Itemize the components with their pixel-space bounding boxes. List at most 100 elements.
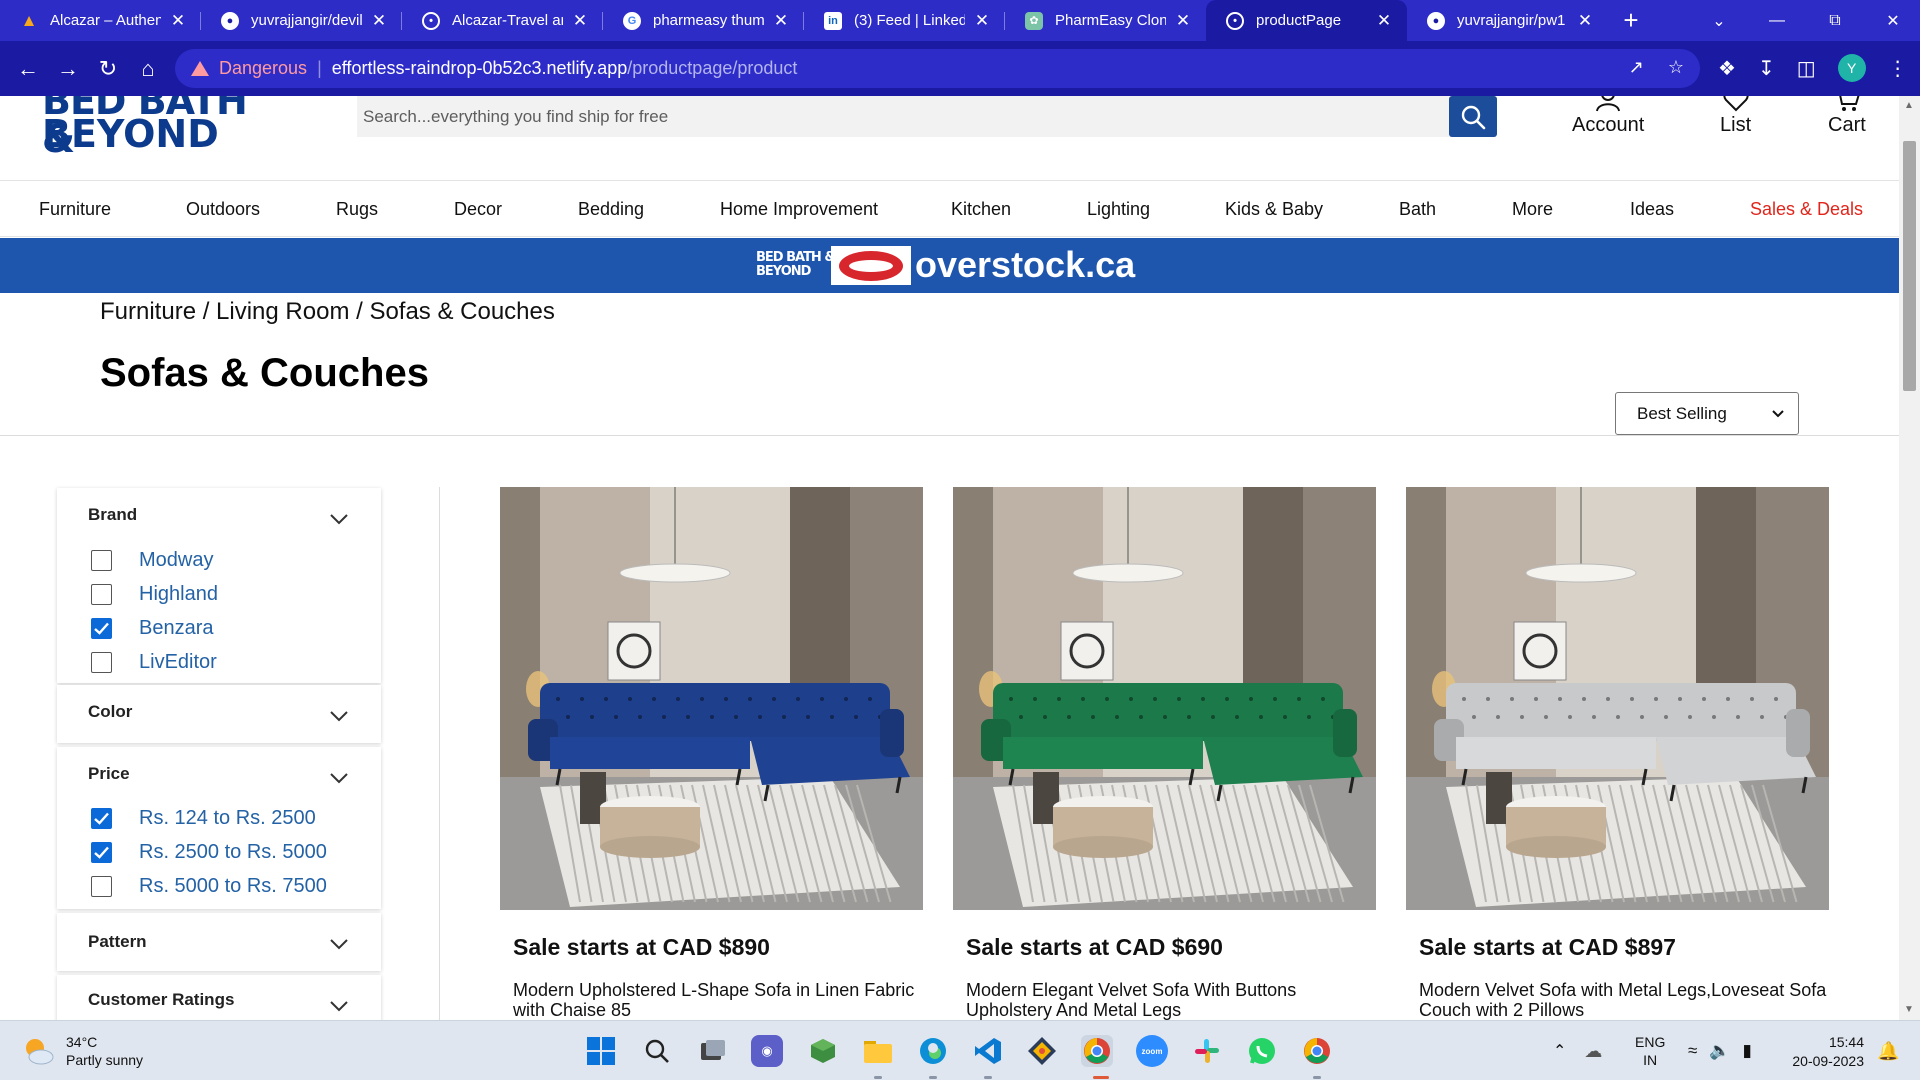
language-indicator[interactable]: ENG IN: [1635, 1021, 1665, 1080]
overstock-banner[interactable]: BED BATH & BEYOND overstock.ca: [0, 238, 1899, 293]
nav-kitchen[interactable]: Kitchen: [951, 199, 1011, 220]
weather-widget[interactable]: 34°C Partly sunny: [22, 1033, 143, 1069]
breadcrumb[interactable]: Furniture / Living Room / Sofas & Couche…: [100, 298, 555, 326]
forward-arrow-icon[interactable]: →: [54, 55, 82, 83]
checkbox[interactable]: [91, 584, 112, 605]
side-panel-icon[interactable]: ◫: [1797, 56, 1816, 81]
scroll-down-arrow-icon[interactable]: ▼: [1904, 1004, 1914, 1015]
reload-icon[interactable]: ↻: [94, 55, 122, 83]
sort-select[interactable]: Best Selling: [1615, 392, 1799, 435]
restore-icon[interactable]: ⧉: [1806, 12, 1864, 30]
download-icon[interactable]: ↧: [1758, 56, 1775, 81]
teams-chat-icon[interactable]: ◉: [751, 1035, 783, 1067]
nav-more[interactable]: More: [1512, 199, 1553, 220]
page-scrollbar[interactable]: ▲ ▼: [1899, 96, 1920, 1020]
tab-github-devil[interactable]: ● yuvrajjangir/devil ✕: [201, 0, 402, 41]
checkbox-checked[interactable]: [91, 842, 112, 863]
product-card[interactable]: Sale starts at CAD $890 Modern Upholster…: [500, 487, 923, 1020]
file-explorer-icon[interactable]: [862, 1035, 894, 1067]
vscode-icon[interactable]: [972, 1035, 1004, 1067]
filter-pattern-title[interactable]: Pattern: [88, 932, 147, 952]
checkbox-checked[interactable]: [91, 618, 112, 639]
nav-kids-baby[interactable]: Kids & Baby: [1225, 199, 1323, 220]
checkbox[interactable]: [91, 652, 112, 673]
back-arrow-icon[interactable]: ←: [14, 55, 42, 83]
chrome-profile-icon[interactable]: [1301, 1035, 1333, 1067]
slack-icon[interactable]: [1191, 1035, 1223, 1067]
chevron-down-icon[interactable]: [329, 771, 349, 785]
new-tab-button[interactable]: +: [1608, 0, 1654, 41]
zoom-icon[interactable]: zoom: [1136, 1035, 1168, 1067]
close-tab-icon[interactable]: ✕: [1576, 11, 1594, 31]
bookmark-star-icon[interactable]: ☆: [1668, 57, 1684, 78]
filter-ratings-title[interactable]: Customer Ratings: [88, 990, 234, 1010]
filter-option[interactable]: Modway: [91, 549, 213, 572]
product-card[interactable]: Sale starts at CAD $690 Modern Elegant V…: [953, 487, 1376, 1020]
filter-option[interactable]: LivEditor: [91, 651, 217, 674]
product-name[interactable]: Modern Velvet Sofa with Metal Legs,Loves…: [1419, 980, 1829, 1020]
filter-price-title[interactable]: Price: [88, 764, 130, 784]
nav-outdoors[interactable]: Outdoors: [186, 199, 260, 220]
filter-option[interactable]: Rs. 124 to Rs. 2500: [91, 807, 316, 830]
minimize-icon[interactable]: —: [1748, 12, 1806, 30]
filter-option[interactable]: Benzara: [91, 617, 214, 640]
close-tab-icon[interactable]: ✕: [571, 11, 589, 31]
share-icon[interactable]: ↗: [1629, 57, 1644, 78]
close-tab-icon[interactable]: ✕: [772, 11, 790, 31]
close-tab-icon[interactable]: ✕: [169, 11, 187, 31]
product-name[interactable]: Modern Elegant Velvet Sofa With Buttons …: [966, 980, 1376, 1020]
nav-ideas[interactable]: Ideas: [1630, 199, 1674, 220]
tab-pharmeasy-google[interactable]: G pharmeasy thumt ✕: [603, 0, 804, 41]
account-link[interactable]: Account: [1572, 96, 1644, 137]
tab-github-pw[interactable]: ● yuvrajjangir/pw1 ✕: [1407, 0, 1608, 41]
site-logo[interactable]: BED BATH & BEYOND: [42, 96, 282, 158]
tab-alcazar-travel[interactable]: • Alcazar-Travel arc ✕: [402, 0, 603, 41]
chevron-down-icon[interactable]: [329, 709, 349, 723]
tab-pharmeasy-clone[interactable]: ✿ PharmEasy Clone ✕: [1005, 0, 1206, 41]
chevron-down-icon[interactable]: [329, 999, 349, 1013]
system-clock[interactable]: 15:44 20-09-2023: [1772, 1033, 1864, 1071]
filter-option[interactable]: Rs. 2500 to Rs. 5000: [91, 841, 327, 864]
checkbox[interactable]: [91, 550, 112, 571]
checkbox-checked[interactable]: [91, 808, 112, 829]
windows-start-icon[interactable]: [585, 1035, 617, 1067]
git-icon[interactable]: [1026, 1035, 1058, 1067]
onedrive-icon[interactable]: ☁: [1584, 1041, 1602, 1062]
omnibox[interactable]: Dangerous | effortless-raindrop-0b52c3.n…: [175, 49, 1700, 88]
nav-rugs[interactable]: Rugs: [336, 199, 378, 220]
chrome-icon[interactable]: [1081, 1035, 1113, 1067]
filter-option[interactable]: Rs. 5000 to Rs. 7500: [91, 875, 327, 898]
nav-bath[interactable]: Bath: [1399, 199, 1436, 220]
product-card[interactable]: Sale starts at CAD $897 Modern Velvet So…: [1406, 487, 1829, 1020]
chevron-down-icon[interactable]: [329, 512, 349, 526]
edge-icon[interactable]: [917, 1035, 949, 1067]
tab-productpage[interactable]: • productPage ✕: [1206, 0, 1407, 41]
product-image[interactable]: [500, 487, 923, 910]
filter-color-title[interactable]: Color: [88, 702, 132, 722]
close-tab-icon[interactable]: ✕: [1174, 11, 1192, 31]
profile-avatar[interactable]: Y: [1837, 54, 1866, 82]
chevron-down-icon[interactable]: [329, 937, 349, 951]
security-label[interactable]: Dangerous: [219, 58, 307, 79]
close-tab-icon[interactable]: ✕: [370, 11, 388, 31]
product-image[interactable]: [1406, 487, 1829, 910]
nav-lighting[interactable]: Lighting: [1087, 199, 1150, 220]
cart-link[interactable]: Cart: [1828, 96, 1866, 137]
nav-bedding[interactable]: Bedding: [578, 199, 644, 220]
tab-linkedin[interactable]: in (3) Feed | Linkedl ✕: [804, 0, 1005, 41]
search-icon[interactable]: [641, 1035, 673, 1067]
nav-home-improvement[interactable]: Home Improvement: [720, 199, 878, 220]
product-image[interactable]: [953, 487, 1376, 910]
notification-bell-icon[interactable]: 🔔: [1877, 1021, 1899, 1080]
whatsapp-icon[interactable]: [1246, 1035, 1278, 1067]
nav-sales-deals[interactable]: Sales & Deals: [1750, 199, 1863, 220]
quick-settings[interactable]: ≈ 🔈 ▮: [1688, 1021, 1752, 1080]
menu-kebab-icon[interactable]: ⋮: [1888, 56, 1908, 81]
scroll-up-arrow-icon[interactable]: ▲: [1904, 100, 1914, 111]
search-button[interactable]: [1449, 96, 1497, 137]
filter-brand-title[interactable]: Brand: [88, 505, 137, 525]
scrollbar-thumb[interactable]: [1903, 141, 1916, 391]
close-tab-icon[interactable]: ✕: [973, 11, 991, 31]
tab-alcazar[interactable]: ▲ Alcazar – Authent ✕: [0, 0, 201, 41]
list-link[interactable]: List: [1720, 96, 1751, 137]
